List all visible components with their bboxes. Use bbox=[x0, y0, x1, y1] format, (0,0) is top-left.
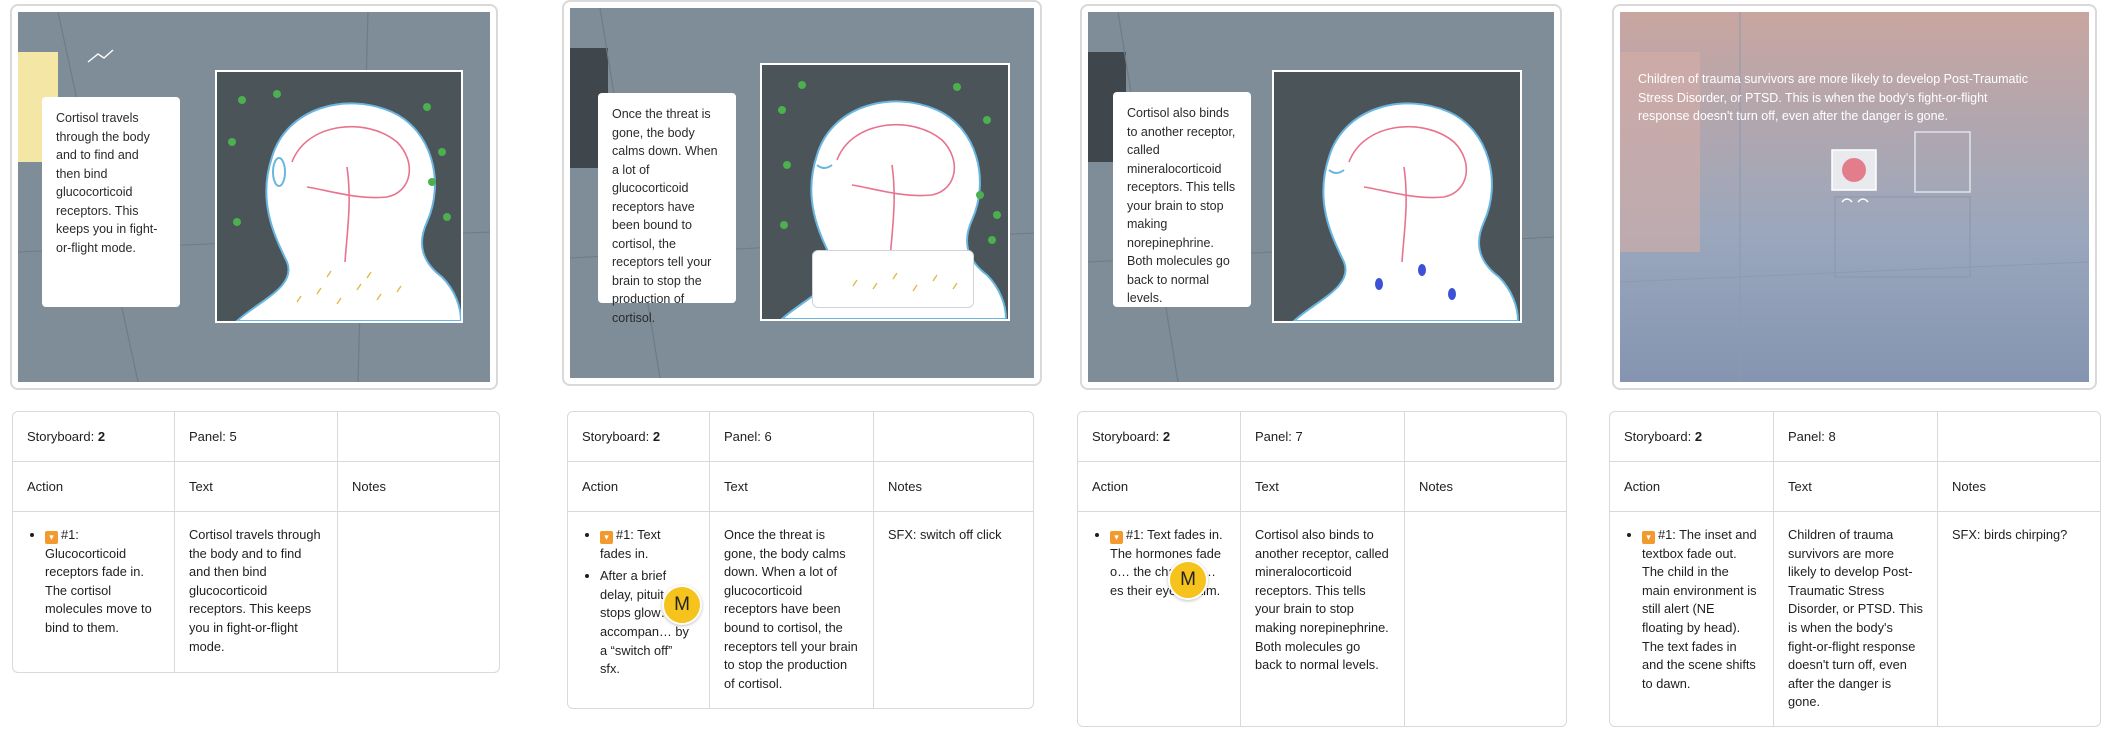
storyboard-cell: Storyboard: 2 bbox=[1610, 412, 1774, 461]
head-diagram bbox=[228, 90, 461, 321]
empty-cell bbox=[1938, 412, 2100, 461]
storyboard-cell: Storyboard: 2 bbox=[13, 412, 175, 461]
action-item: ▾#1: Text fades in. bbox=[600, 526, 695, 563]
action-header: Action bbox=[1610, 462, 1774, 511]
panel-image-frame[interactable]: Once the threat is gone, the body calms … bbox=[562, 0, 1042, 386]
storyboard-number: 2 bbox=[652, 429, 661, 444]
notes-header: Notes bbox=[1419, 479, 1453, 494]
collaborator-avatar[interactable]: M bbox=[662, 585, 702, 625]
body-inset bbox=[1272, 70, 1522, 323]
empty-cell bbox=[1405, 412, 1566, 461]
panel-number: Panel: 6 bbox=[724, 429, 772, 444]
panel-cell: Panel: 7 bbox=[1241, 412, 1405, 461]
empty-cell bbox=[874, 412, 1033, 461]
storyboard-number: 2 bbox=[1162, 429, 1171, 444]
storyboard-cell: Storyboard: 2 bbox=[568, 412, 710, 461]
panel-image-frame[interactable]: Children of trauma survivors are more li… bbox=[1612, 4, 2097, 390]
action-header: Action bbox=[1078, 462, 1241, 511]
panel-details-table: Storyboard: 2 Panel: 6 Action Text Notes… bbox=[567, 411, 1034, 709]
storyboard-number: 2 bbox=[1694, 429, 1703, 444]
text-cell[interactable]: Once the threat is gone, the body calms … bbox=[710, 512, 874, 708]
notes-cell[interactable]: SFX: birds chirping? bbox=[1938, 512, 2100, 726]
panel-cell: Panel: 8 bbox=[1774, 412, 1938, 461]
head-diagram bbox=[1292, 102, 1520, 321]
text-header: Text bbox=[1774, 462, 1938, 511]
collaborator-avatar[interactable]: M bbox=[1168, 560, 1208, 600]
storyboard-label: Storyboard: bbox=[1092, 429, 1160, 444]
text-header: Text bbox=[1241, 462, 1405, 511]
text-header: Text bbox=[710, 462, 874, 511]
action-tag-icon: ▾ bbox=[1642, 531, 1655, 544]
panel-cell: Panel: 6 bbox=[710, 412, 874, 461]
notes-header: Notes bbox=[352, 479, 386, 494]
notes-header: Notes bbox=[1952, 479, 1986, 494]
action-cell[interactable]: ▾#1: The inset and textbox fade out. The… bbox=[1610, 512, 1774, 726]
action-cell[interactable]: ▾#1: Glucocorticoid receptors fade in. T… bbox=[13, 512, 175, 672]
notes-cell[interactable] bbox=[338, 512, 499, 672]
storyboard-label: Storyboard: bbox=[1624, 429, 1692, 444]
storyboard-cell: Storyboard: 2 bbox=[1078, 412, 1241, 461]
action-cell[interactable]: ▾#1: Text fades in. The hormones fade o…… bbox=[1078, 512, 1241, 726]
action-item: ▾#1: The inset and textbox fade out. The… bbox=[1642, 526, 1759, 693]
panel-details-table: Storyboard: 2 Panel: 7 Action Text Notes… bbox=[1077, 411, 1567, 727]
caption-box: Cortisol travels through the body and to… bbox=[42, 97, 180, 307]
storyboard-number: 2 bbox=[97, 429, 106, 444]
action-header: Action bbox=[13, 462, 175, 511]
panel-image-frame[interactable]: Cortisol travels through the body and to… bbox=[10, 4, 498, 390]
text-cell[interactable]: Cortisol also binds to another receptor,… bbox=[1241, 512, 1405, 726]
text-header: Text bbox=[175, 462, 338, 511]
panel-details-table: Storyboard: 2 Panel: 5 Action Text Notes… bbox=[12, 411, 500, 673]
text-cell[interactable]: Children of trauma survivors are more li… bbox=[1774, 512, 1938, 726]
empty-cell bbox=[338, 412, 499, 461]
notes-cell[interactable]: SFX: switch off click bbox=[874, 512, 1033, 708]
panel-number: Panel: 7 bbox=[1255, 429, 1303, 444]
neck-inset bbox=[812, 250, 974, 308]
action-item: ▾#1: Glucocorticoid receptors fade in. T… bbox=[45, 526, 160, 638]
overlay-caption: Children of trauma survivors are more li… bbox=[1638, 72, 2028, 123]
molecules bbox=[852, 272, 958, 292]
action-tag-icon: ▾ bbox=[1110, 531, 1123, 544]
scene-bedroom: Cortisol travels through the body and to… bbox=[18, 12, 490, 382]
action-tag-icon: ▾ bbox=[600, 531, 613, 544]
action-tag-icon: ▾ bbox=[45, 531, 58, 544]
text-cell[interactable]: Cortisol travels through the body and to… bbox=[175, 512, 338, 672]
notes-header: Notes bbox=[888, 479, 922, 494]
scene-bedroom-dawn: Children of trauma survivors are more li… bbox=[1620, 12, 2089, 382]
panel-number: Panel: 5 bbox=[189, 429, 237, 444]
notes-cell[interactable] bbox=[1405, 512, 1566, 726]
caption-box: Cortisol also binds to another receptor,… bbox=[1113, 92, 1251, 307]
body-inset bbox=[215, 70, 463, 323]
storyboard-label: Storyboard: bbox=[27, 429, 95, 444]
room-background bbox=[1620, 12, 2089, 382]
action-header: Action bbox=[568, 462, 710, 511]
panel-number: Panel: 8 bbox=[1788, 429, 1836, 444]
panel-details-table: Storyboard: 2 Panel: 8 Action Text Notes… bbox=[1609, 411, 2101, 727]
caption-box: Once the threat is gone, the body calms … bbox=[598, 93, 736, 325]
panel-cell: Panel: 5 bbox=[175, 412, 338, 461]
scene-bedroom: Once the threat is gone, the body calms … bbox=[570, 8, 1034, 378]
scene-bedroom: Cortisol also binds to another receptor,… bbox=[1088, 12, 1554, 382]
action-item: ▾#1: Text fades in. The hormones fade o…… bbox=[1110, 526, 1226, 600]
panel-image-frame[interactable]: Cortisol also binds to another receptor,… bbox=[1080, 4, 1562, 390]
storyboard-label: Storyboard: bbox=[582, 429, 650, 444]
